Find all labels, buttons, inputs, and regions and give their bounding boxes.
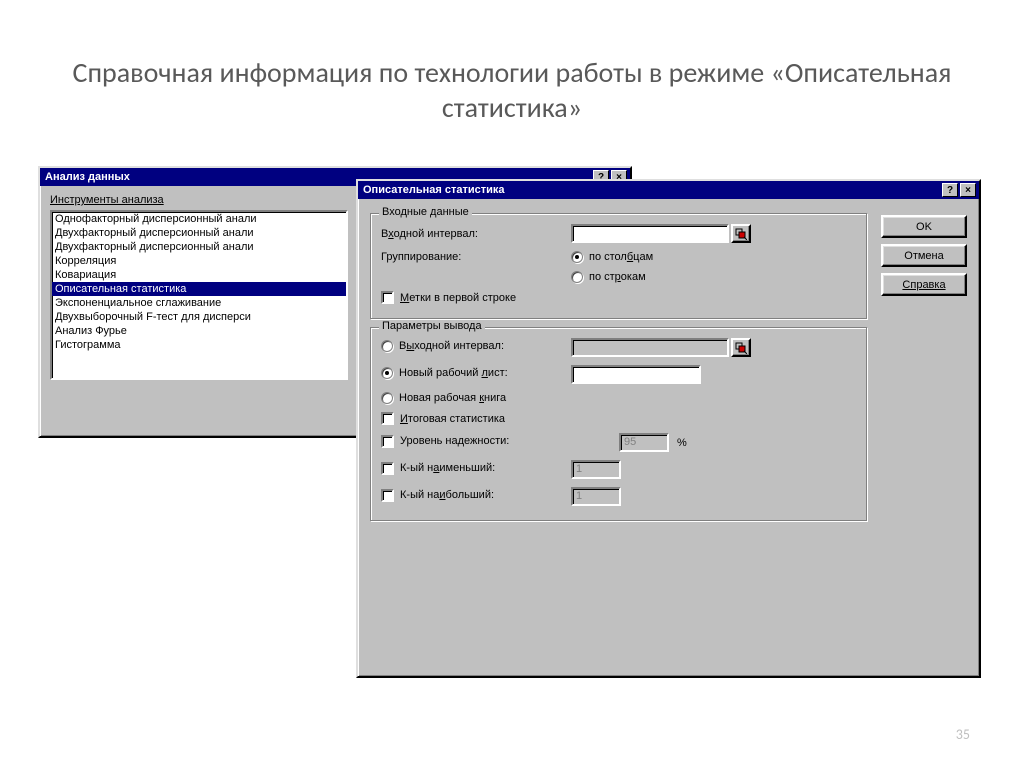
- page-number: 35: [956, 726, 970, 743]
- list-item[interactable]: Двухфакторный дисперсионный анали: [52, 240, 346, 254]
- range-selector-icon: [735, 228, 747, 240]
- percent-label: %: [677, 437, 687, 449]
- grouping-label: Группирование:: [381, 251, 571, 263]
- grouping-by-rows-radio[interactable]: по строкам: [571, 271, 646, 283]
- list-item[interactable]: Двухвыборочный F-тест для дисперси: [52, 310, 346, 324]
- checkbox-label: К-ый наибольший:: [400, 489, 494, 501]
- summary-statistics-checkbox[interactable]: Итоговая статистика: [381, 412, 505, 425]
- list-item[interactable]: Ковариация: [52, 268, 346, 282]
- radio-icon: [381, 367, 393, 379]
- input-range-label: Входной интервал:: [381, 228, 571, 240]
- checkbox-label: Итоговая статистика: [400, 413, 505, 425]
- analysis-tools-listbox[interactable]: Однофакторный дисперсионный аналиДвухфак…: [50, 210, 348, 380]
- list-item[interactable]: Анализ Фурье: [52, 324, 346, 338]
- range-selector-button[interactable]: [731, 338, 751, 357]
- window-title: Описательная статистика: [363, 184, 505, 196]
- input-range-field[interactable]: [571, 224, 729, 243]
- window-title: Анализ данных: [45, 171, 130, 183]
- checkbox-icon: [381, 412, 394, 425]
- checkbox-label: К-ый наименьший:: [400, 462, 495, 474]
- radio-icon: [571, 271, 583, 283]
- group-legend: Входные данные: [379, 206, 472, 218]
- titlebar[interactable]: Описательная статистика ? ×: [358, 181, 979, 199]
- kth-largest-field[interactable]: 1: [571, 487, 621, 506]
- new-workbook-radio[interactable]: Новая рабочая книга: [381, 392, 506, 404]
- close-icon[interactable]: ×: [960, 183, 976, 197]
- help-button[interactable]: Справка: [881, 273, 967, 296]
- list-item[interactable]: Экспоненциальное сглаживание: [52, 296, 346, 310]
- checkbox-icon: [381, 489, 394, 502]
- checkbox-icon: [381, 291, 394, 304]
- confidence-level-field[interactable]: 95: [619, 433, 669, 452]
- range-selector-icon: [735, 342, 747, 354]
- radio-label: Новый рабочий лист:: [399, 367, 508, 379]
- confidence-level-checkbox[interactable]: Уровень надежности:: [381, 435, 509, 448]
- new-worksheet-name-field[interactable]: [571, 365, 701, 384]
- radio-label: по столбцам: [589, 251, 653, 263]
- slide-title: Справочная информация по технологии рабо…: [0, 55, 1024, 125]
- radio-label: Выходной интервал:: [399, 340, 504, 352]
- radio-label: по строкам: [589, 271, 646, 283]
- radio-icon: [381, 340, 393, 352]
- kth-smallest-checkbox[interactable]: К-ый наименьший:: [381, 462, 495, 475]
- radio-label: Новая рабочая книга: [399, 392, 506, 404]
- list-item[interactable]: Двухфакторный дисперсионный анали: [52, 226, 346, 240]
- radio-icon: [571, 251, 583, 263]
- input-data-group: Входные данные Входной интервал: Группир…: [370, 213, 867, 319]
- kth-smallest-field[interactable]: 1: [571, 460, 621, 479]
- output-range-field[interactable]: [571, 338, 729, 357]
- checkbox-icon: [381, 435, 394, 448]
- output-params-group: Параметры вывода Выходной интервал:: [370, 327, 867, 521]
- list-item[interactable]: Описательная статистика: [52, 282, 346, 296]
- new-worksheet-radio[interactable]: Новый рабочий лист:: [381, 367, 508, 379]
- radio-icon: [381, 392, 393, 404]
- range-selector-button[interactable]: [731, 224, 751, 243]
- list-item[interactable]: Однофакторный дисперсионный анали: [52, 212, 346, 226]
- output-range-radio[interactable]: Выходной интервал:: [381, 340, 504, 352]
- cancel-button[interactable]: Отмена: [881, 244, 967, 267]
- kth-largest-checkbox[interactable]: К-ый наибольший:: [381, 489, 494, 502]
- grouping-by-columns-radio[interactable]: по столбцам: [571, 251, 653, 263]
- help-icon[interactable]: ?: [942, 183, 958, 197]
- list-item[interactable]: Корреляция: [52, 254, 346, 268]
- group-legend: Параметры вывода: [379, 320, 485, 332]
- list-item[interactable]: Гистограмма: [52, 338, 346, 352]
- checkbox-label: Уровень надежности:: [400, 435, 509, 447]
- ok-button[interactable]: OK: [881, 215, 967, 238]
- checkbox-icon: [381, 462, 394, 475]
- checkbox-label: Метки в первой строке: [400, 292, 516, 304]
- labels-first-row-checkbox[interactable]: Метки в первой строке: [381, 291, 516, 304]
- descriptive-statistics-window: Описательная статистика ? × Входные данн…: [356, 179, 981, 678]
